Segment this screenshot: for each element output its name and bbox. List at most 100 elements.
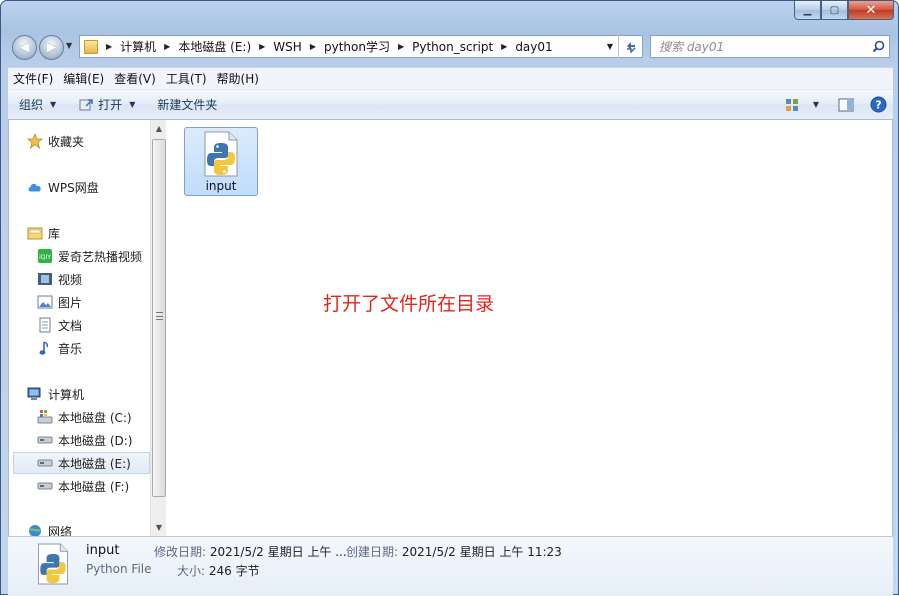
forward-arrow-icon: ▶ (46, 40, 57, 55)
nav-item-libraries[interactable]: 库 (27, 222, 147, 244)
hard-drive-icon (37, 455, 53, 471)
help-button[interactable]: ? (863, 93, 893, 117)
breadcrumb-python-script[interactable]: Python_script (412, 40, 493, 54)
open-with-icon (79, 98, 93, 110)
chevron-down-icon: ▼ (50, 100, 57, 109)
menu-bar: 文件(F) 编辑(E) 查看(V) 工具(T) 帮助(H) (8, 67, 893, 89)
system-drive-icon (37, 409, 53, 425)
address-dropdown-icon[interactable]: ▼ (607, 42, 613, 51)
details-file-type: Python File (86, 562, 152, 576)
breadcrumb-separator-icon[interactable]: ▶ (259, 42, 265, 51)
nav-item-iqiyi[interactable]: iQIY 爱奇艺热播视频 (37, 245, 150, 267)
close-button[interactable]: ✕ (848, 1, 894, 20)
nav-item-drive-e[interactable]: 本地磁盘 (E:) (13, 452, 150, 474)
menu-help[interactable]: 帮助(H) (212, 69, 264, 89)
breadcrumb-separator-icon[interactable]: ▶ (398, 42, 404, 51)
nav-item-music[interactable]: 音乐 (37, 337, 150, 359)
details-modified: 修改日期: 2021/5/2 星期日 上午 ... (154, 543, 347, 560)
hard-drive-icon (37, 478, 53, 494)
new-folder-label: 新建文件夹 (157, 98, 218, 112)
menu-view[interactable]: 查看(V) (109, 69, 161, 89)
breadcrumb-separator-icon[interactable]: ▶ (106, 42, 112, 51)
details-created: 创建日期: 2021/5/2 星期日 上午 11:23 (346, 543, 562, 560)
maximize-icon: ▢ (829, 4, 840, 16)
explorer-window: ▁ ▢ ✕ ◀ ▶ ▼ ▶ 计算机 ▶ 本地磁盘 (E:) ▶ WSH ▶ py… (0, 0, 899, 596)
file-item[interactable]: input (184, 127, 258, 196)
search-icon (872, 40, 884, 53)
library-icon (27, 225, 43, 241)
breadcrumb-wsh[interactable]: WSH (273, 40, 302, 54)
back-arrow-icon: ◀ (19, 40, 30, 55)
nav-item-wps[interactable]: WPS网盘 (27, 176, 147, 198)
breadcrumb-computer[interactable]: 计算机 (120, 38, 156, 55)
nav-label: 本地磁盘 (E:) (58, 456, 131, 471)
navigation-pane: 收藏夹 WPS网盘 库 iQIY 爱奇艺热播视频 视频 图片 文档 音乐 计算机… (9, 120, 166, 536)
picture-icon (37, 294, 53, 310)
nav-item-network[interactable]: 网络 (27, 520, 147, 536)
python-file-icon (204, 131, 238, 177)
address-bar[interactable]: ▶ 计算机 ▶ 本地磁盘 (E:) ▶ WSH ▶ python学习 ▶ Pyt… (79, 35, 643, 58)
modified-label: 修改日期: (154, 545, 207, 559)
forward-button[interactable]: ▶ (39, 35, 64, 60)
nav-item-videos[interactable]: 视频 (37, 268, 150, 290)
close-icon: ✕ (865, 2, 877, 18)
nav-scrollbar[interactable]: ▲ ▼ (150, 120, 166, 536)
caption-buttons: ▁ ▢ ✕ (794, 1, 894, 20)
breadcrumb-python-study[interactable]: python学习 (324, 38, 390, 55)
menu-tools[interactable]: 工具(T) (161, 69, 212, 89)
back-button[interactable]: ◀ (12, 35, 37, 60)
nav-item-documents[interactable]: 文档 (37, 314, 150, 336)
view-grid-icon (786, 98, 798, 111)
file-list[interactable]: input 打开了文件所在目录 (167, 120, 892, 536)
new-folder-button[interactable]: 新建文件夹 (149, 93, 225, 117)
nav-item-drive-f[interactable]: 本地磁盘 (F:) (37, 475, 150, 497)
breadcrumb-drive-e[interactable]: 本地磁盘 (E:) (178, 38, 251, 55)
size-value: 246 字节 (208, 564, 260, 578)
nav-item-favorites[interactable]: 收藏夹 (27, 130, 147, 152)
nav-item-computer[interactable]: 计算机 (27, 383, 150, 405)
music-icon (37, 340, 53, 356)
open-button[interactable]: 打开 ▼ (70, 93, 143, 117)
recent-pages-dropdown-icon[interactable]: ▼ (66, 41, 72, 50)
search-input[interactable] (651, 36, 867, 57)
scroll-down-icon[interactable]: ▼ (151, 519, 166, 536)
video-icon (37, 271, 53, 287)
nav-label: 本地磁盘 (F:) (58, 479, 130, 494)
preview-pane-button[interactable] (831, 93, 861, 117)
maximize-button[interactable]: ▢ (821, 1, 848, 20)
menu-edit[interactable]: 编辑(E) (58, 69, 109, 89)
open-label: 打开 (98, 98, 123, 112)
preview-pane-icon (838, 98, 854, 111)
iqiyi-icon: iQIY (37, 248, 53, 264)
scroll-up-icon[interactable]: ▲ (151, 120, 166, 137)
minimize-button[interactable]: ▁ (794, 1, 821, 20)
hard-drive-icon (37, 432, 53, 448)
breadcrumb-separator-icon[interactable]: ▶ (501, 42, 507, 51)
change-view-button[interactable] (777, 93, 807, 117)
annotation-text: 打开了文件所在目录 (323, 293, 495, 315)
nav-label: 音乐 (58, 341, 83, 356)
view-options-dropdown[interactable]: ▼ (807, 93, 825, 117)
nav-label: 图片 (58, 295, 83, 310)
nav-item-pictures[interactable]: 图片 (37, 291, 150, 313)
refresh-button[interactable] (618, 35, 642, 58)
breadcrumb-separator-icon[interactable]: ▶ (310, 42, 316, 51)
search-button[interactable] (867, 40, 889, 53)
created-value: 2021/5/2 星期日 上午 11:23 (401, 545, 562, 559)
organize-button[interactable]: 组织 ▼ (11, 93, 64, 117)
computer-icon (27, 386, 43, 402)
menu-file[interactable]: 文件(F) (8, 69, 58, 89)
nav-item-drive-d[interactable]: 本地磁盘 (D:) (37, 429, 150, 451)
chevron-down-icon: ▼ (812, 100, 820, 109)
svg-text:iQIY: iQIY (39, 254, 51, 261)
created-label: 创建日期: (346, 545, 399, 559)
document-icon (37, 317, 53, 333)
breadcrumb-day01[interactable]: day01 (515, 40, 552, 54)
breadcrumb-separator-icon[interactable]: ▶ (164, 42, 170, 51)
nav-label: 视频 (58, 272, 83, 287)
nav-item-drive-c[interactable]: 本地磁盘 (C:) (37, 406, 150, 428)
nav-label: 收藏夹 (48, 134, 85, 149)
help-icon: ? (870, 96, 886, 113)
refresh-icon (626, 41, 636, 54)
scrollbar-thumb[interactable] (152, 139, 166, 497)
